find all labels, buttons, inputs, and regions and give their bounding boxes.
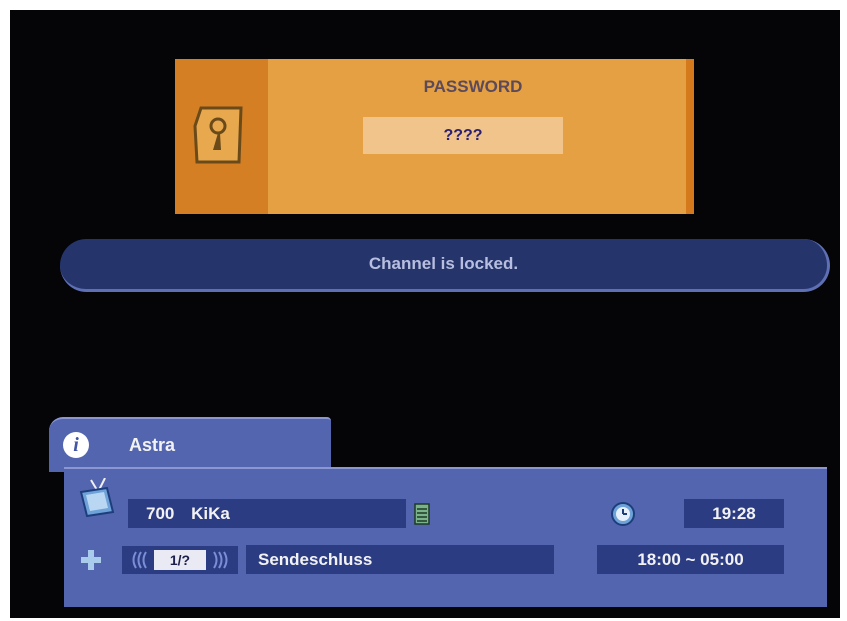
channel-info-panel: 700 KiKa 19:28 1/? Sendeschluss 18:00 ~ … [64,467,827,607]
info-icon: i [63,432,89,458]
key-icon [193,106,243,164]
channel-name: KiKa [191,504,230,523]
lock-message: Channel is locked. [368,254,519,273]
page-indicator: 1/? [122,546,238,574]
page-number: 1/? [154,550,206,570]
password-dialog: PASSWORD ???? [175,59,694,214]
plus-icon [81,550,101,570]
program-title: Sendeschluss [246,545,554,574]
channel-number: 700 [146,504,175,523]
program-time-range: 18:00 ~ 05:00 [597,545,784,574]
dialog-title: PASSWORD [423,77,523,96]
list-icon [414,503,430,525]
channel-field: 700 KiKa [128,499,406,528]
clock-icon [611,502,635,526]
current-time: 19:28 [684,499,784,528]
info-tab: i Astra [49,417,331,472]
dialog-side-panel [175,59,268,214]
lock-message-banner: Channel is locked. [60,239,830,292]
wave-right-icon [213,551,228,569]
wave-left-icon [132,551,147,569]
tv-screen: PASSWORD ???? Channel is locked. i Astra… [10,10,840,618]
password-input[interactable]: ???? [363,117,563,154]
satellite-name: Astra [129,435,176,455]
tv-icon [79,478,115,518]
